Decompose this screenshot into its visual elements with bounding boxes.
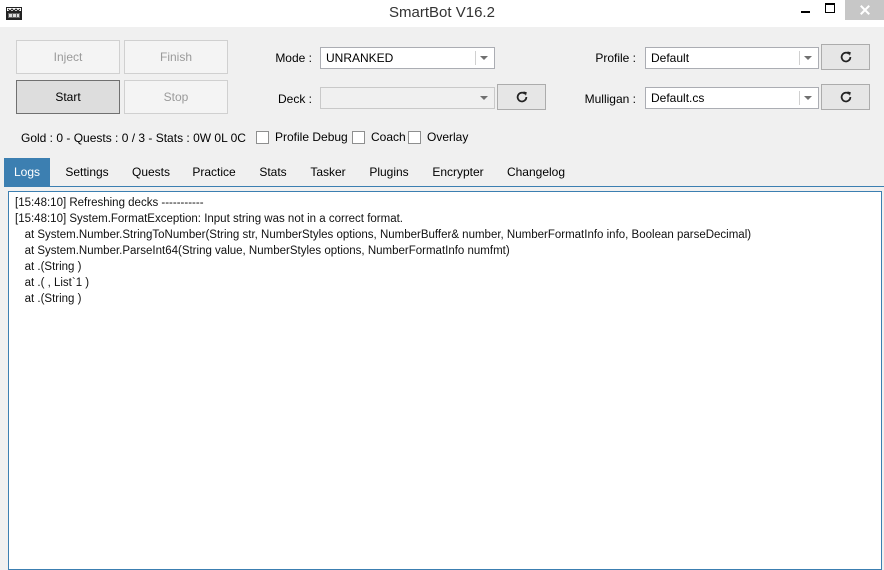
- tab-plugins[interactable]: Plugins: [362, 158, 416, 186]
- tab-stats[interactable]: Stats: [252, 158, 294, 186]
- refresh-mulligan-button[interactable]: [821, 84, 870, 110]
- chevron-down-icon: [804, 56, 812, 60]
- log-line: at .(String ): [15, 293, 82, 305]
- title-bar: SmartBot V16.2: [0, 0, 884, 27]
- chevron-down-icon: [480, 96, 488, 100]
- tab-settings[interactable]: Settings: [54, 158, 120, 186]
- window-title: SmartBot V16.2: [389, 4, 495, 21]
- deck-select[interactable]: [320, 87, 495, 109]
- profile-value: Default: [651, 51, 690, 65]
- log-line: [15:48:10] System.FormatException: Input…: [15, 213, 403, 225]
- main-window-client: Inject Finish Start Stop Mode : UNRANKED…: [0, 27, 884, 570]
- tab-underline: [4, 186, 884, 187]
- checkbox-box[interactable]: [352, 130, 365, 144]
- mode-value: UNRANKED: [326, 51, 394, 65]
- log-line: [15:48:10] Refreshing decks -----------: [15, 197, 204, 209]
- refresh-icon: [840, 51, 851, 63]
- stop-button[interactable]: Stop: [124, 80, 228, 114]
- inject-button[interactable]: Inject: [16, 40, 120, 74]
- deck-label: Deck :: [277, 92, 312, 106]
- tab-encrypter[interactable]: Encrypter: [426, 158, 490, 186]
- tab-logs[interactable]: Logs: [4, 158, 50, 186]
- mulligan-value: Default.cs: [651, 91, 705, 105]
- refresh-profile-button[interactable]: [821, 44, 870, 70]
- coach-label: Coach: [371, 130, 406, 144]
- profile-select[interactable]: Default: [645, 47, 819, 69]
- tab-tasker[interactable]: Tasker: [304, 158, 352, 186]
- mode-label: Mode :: [275, 51, 312, 65]
- profile-label: Profile :: [595, 51, 636, 65]
- profile-debug-checkbox[interactable]: Profile Debug: [256, 129, 348, 145]
- checkbox-box[interactable]: [408, 130, 421, 144]
- tab-changelog[interactable]: Changelog: [500, 158, 572, 186]
- close-button[interactable]: [845, 0, 884, 20]
- log-line: at System.Number.StringToNumber(String s…: [15, 229, 752, 241]
- tab-practice[interactable]: Practice: [186, 158, 242, 186]
- log-textbox[interactable]: [15:48:10] Refreshing decks ----------- …: [8, 191, 882, 570]
- stats-text: Gold : 0 - Quests : 0 / 3 - Stats : 0W 0…: [21, 131, 246, 145]
- maximize-button[interactable]: [815, 0, 845, 20]
- log-line: at .(String ): [15, 261, 82, 273]
- start-button[interactable]: Start: [16, 80, 120, 114]
- overlay-checkbox[interactable]: Overlay: [408, 129, 468, 145]
- tab-bar: Logs Settings Quests Practice Stats Task…: [4, 158, 884, 186]
- mulligan-select[interactable]: Default.cs: [645, 87, 819, 109]
- tab-quests[interactable]: Quests: [124, 158, 178, 186]
- overlay-label: Overlay: [427, 130, 469, 144]
- log-line: at System.Number.ParseInt64(String value…: [15, 245, 510, 257]
- finish-button[interactable]: Finish: [124, 40, 228, 74]
- mode-select[interactable]: UNRANKED: [320, 47, 495, 69]
- coach-checkbox[interactable]: Coach: [352, 129, 406, 145]
- refresh-deck-button[interactable]: [497, 84, 546, 110]
- chevron-down-icon: [480, 56, 488, 60]
- profile-debug-label: Profile Debug: [275, 130, 348, 144]
- checkbox-box[interactable]: [256, 130, 269, 144]
- refresh-icon: [516, 91, 527, 103]
- chevron-down-icon: [804, 96, 812, 100]
- refresh-icon: [840, 91, 851, 103]
- mulligan-label: Mulligan :: [584, 92, 636, 106]
- log-line: at .( , List`1 ): [15, 277, 90, 289]
